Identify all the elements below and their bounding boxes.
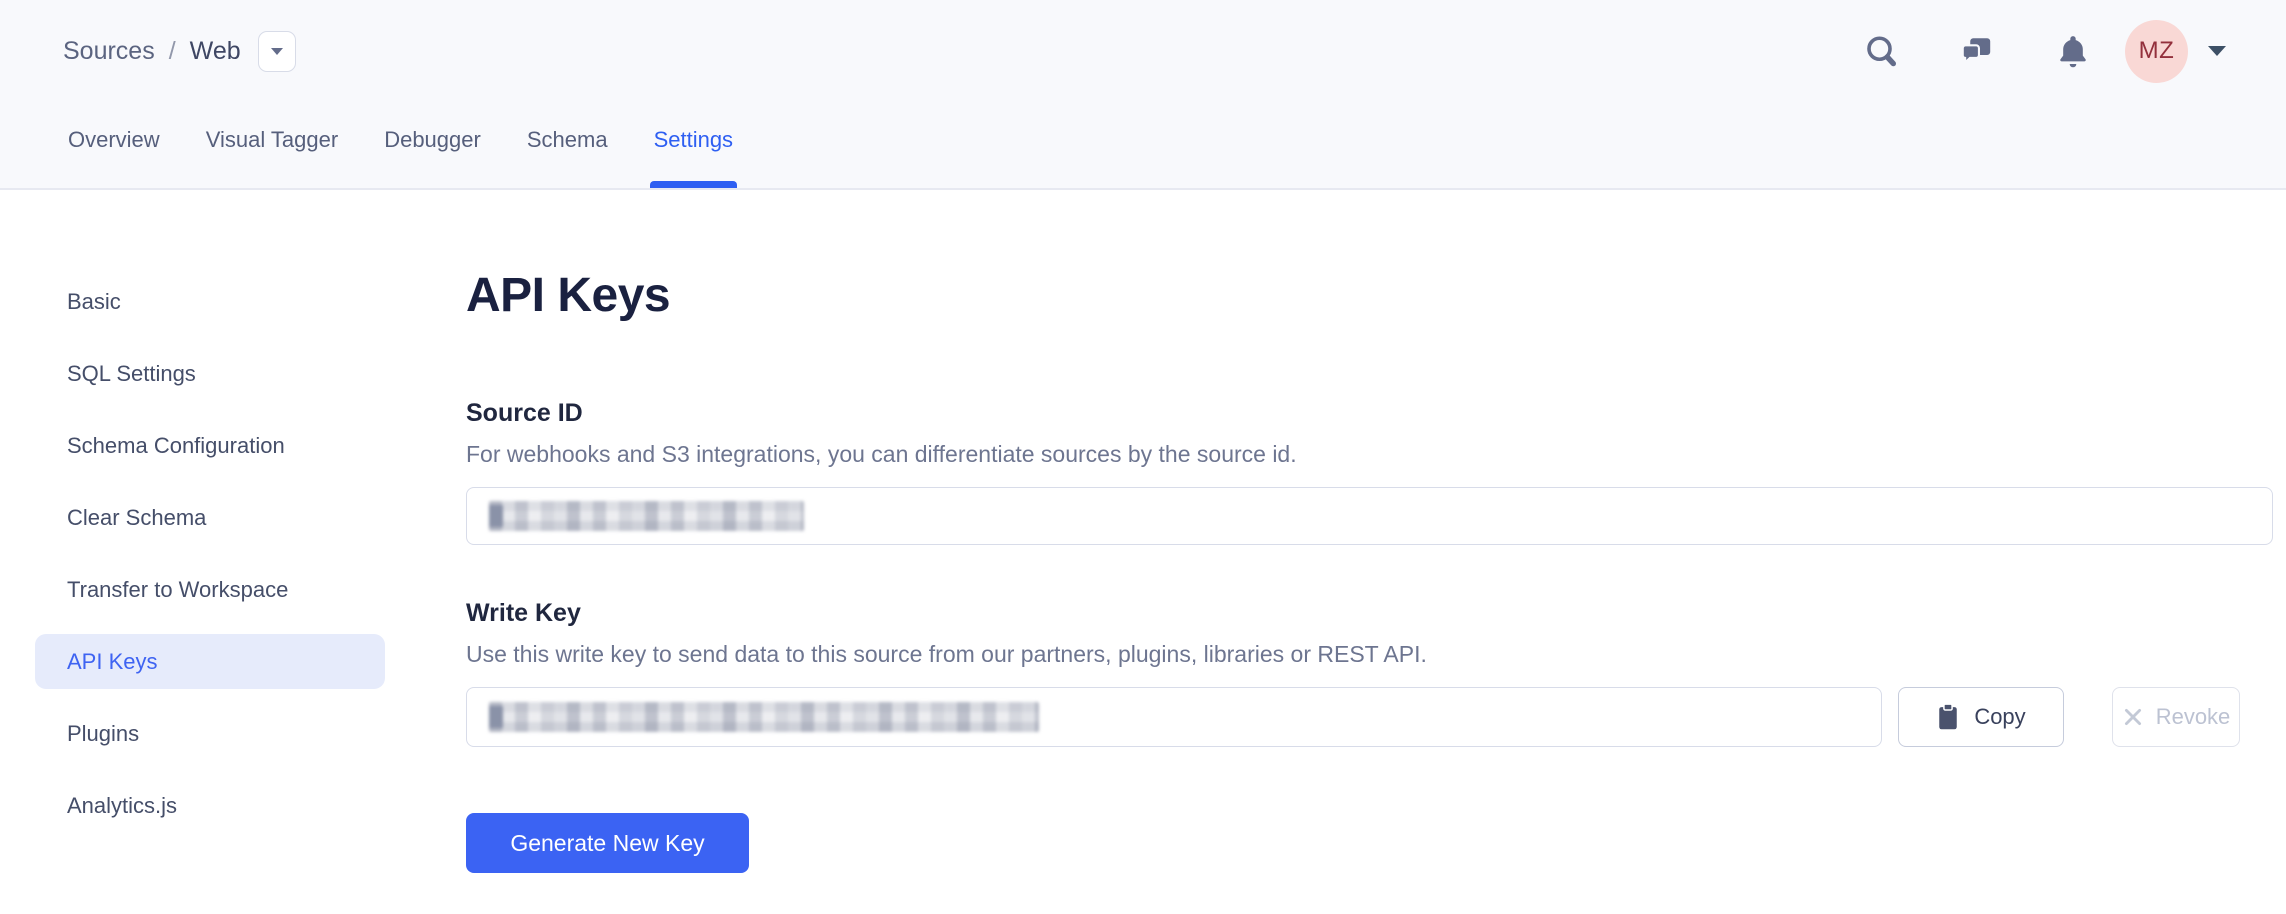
copy-button[interactable]: Copy (1898, 687, 2064, 747)
source-tabs: Overview Visual Tagger Debugger Schema S… (0, 92, 2286, 188)
search-icon (1863, 33, 1899, 69)
sidebar-item-basic[interactable]: Basic (35, 274, 385, 329)
sidebar-item-schema-configuration[interactable]: Schema Configuration (35, 418, 385, 473)
breadcrumb-current-source[interactable]: Web (190, 37, 241, 66)
sidebar-item-clear-schema[interactable]: Clear Schema (35, 490, 385, 545)
write-key-field[interactable] (466, 687, 1882, 747)
copy-button-label: Copy (1974, 704, 2025, 730)
write-key-description: Use this write key to send data to this … (466, 639, 2273, 669)
breadcrumb-separator: / (169, 37, 176, 66)
account-menu-chevron-icon[interactable] (2206, 44, 2228, 58)
messages-button[interactable] (1957, 29, 1997, 73)
settings-sidebar: Basic SQL Settings Schema Configuration … (0, 190, 420, 912)
bell-icon (2054, 32, 2092, 70)
sidebar-item-plugins[interactable]: Plugins (35, 706, 385, 761)
generate-new-key-button[interactable]: Generate New Key (466, 813, 749, 873)
chat-icon (1959, 33, 1995, 69)
page-header: Sources / Web (0, 0, 2286, 190)
avatar[interactable]: MZ (2125, 20, 2188, 83)
revoke-button-label: Revoke (2156, 704, 2231, 730)
revoke-button[interactable]: Revoke (2112, 687, 2240, 747)
write-key-label: Write Key (466, 597, 2273, 629)
tab-settings[interactable]: Settings (654, 92, 734, 188)
source-switcher-button[interactable] (258, 31, 296, 72)
sidebar-item-analytics-js[interactable]: Analytics.js (35, 778, 385, 833)
tab-debugger[interactable]: Debugger (384, 92, 481, 188)
page-title: API Keys (466, 268, 2273, 323)
chevron-down-icon (270, 47, 284, 56)
breadcrumb-sources[interactable]: Sources (63, 37, 155, 66)
source-id-description: For webhooks and S3 integrations, you ca… (466, 439, 2273, 469)
source-id-field[interactable] (466, 487, 2273, 545)
sidebar-item-transfer-to-workspace[interactable]: Transfer to Workspace (35, 562, 385, 617)
top-bar: Sources / Web (0, 0, 2286, 92)
source-id-label: Source ID (466, 397, 2273, 429)
breadcrumb: Sources / Web (63, 31, 296, 72)
tab-visual-tagger[interactable]: Visual Tagger (206, 92, 339, 188)
write-key-redacted-value (489, 702, 1039, 732)
sidebar-item-api-keys[interactable]: API Keys (35, 634, 385, 689)
sidebar-item-sql-settings[interactable]: SQL Settings (35, 346, 385, 401)
api-keys-panel: API Keys Source ID For webhooks and S3 i… (420, 190, 2286, 912)
search-button[interactable] (1861, 29, 1901, 73)
write-key-row: Copy Revoke (466, 687, 2273, 747)
settings-content: Basic SQL Settings Schema Configuration … (0, 190, 2286, 912)
source-id-redacted-value (489, 501, 804, 531)
notifications-button[interactable] (2053, 29, 2093, 73)
x-icon (2122, 706, 2144, 728)
clipboard-icon (1936, 703, 1960, 731)
tab-overview[interactable]: Overview (68, 92, 160, 188)
tab-schema[interactable]: Schema (527, 92, 608, 188)
